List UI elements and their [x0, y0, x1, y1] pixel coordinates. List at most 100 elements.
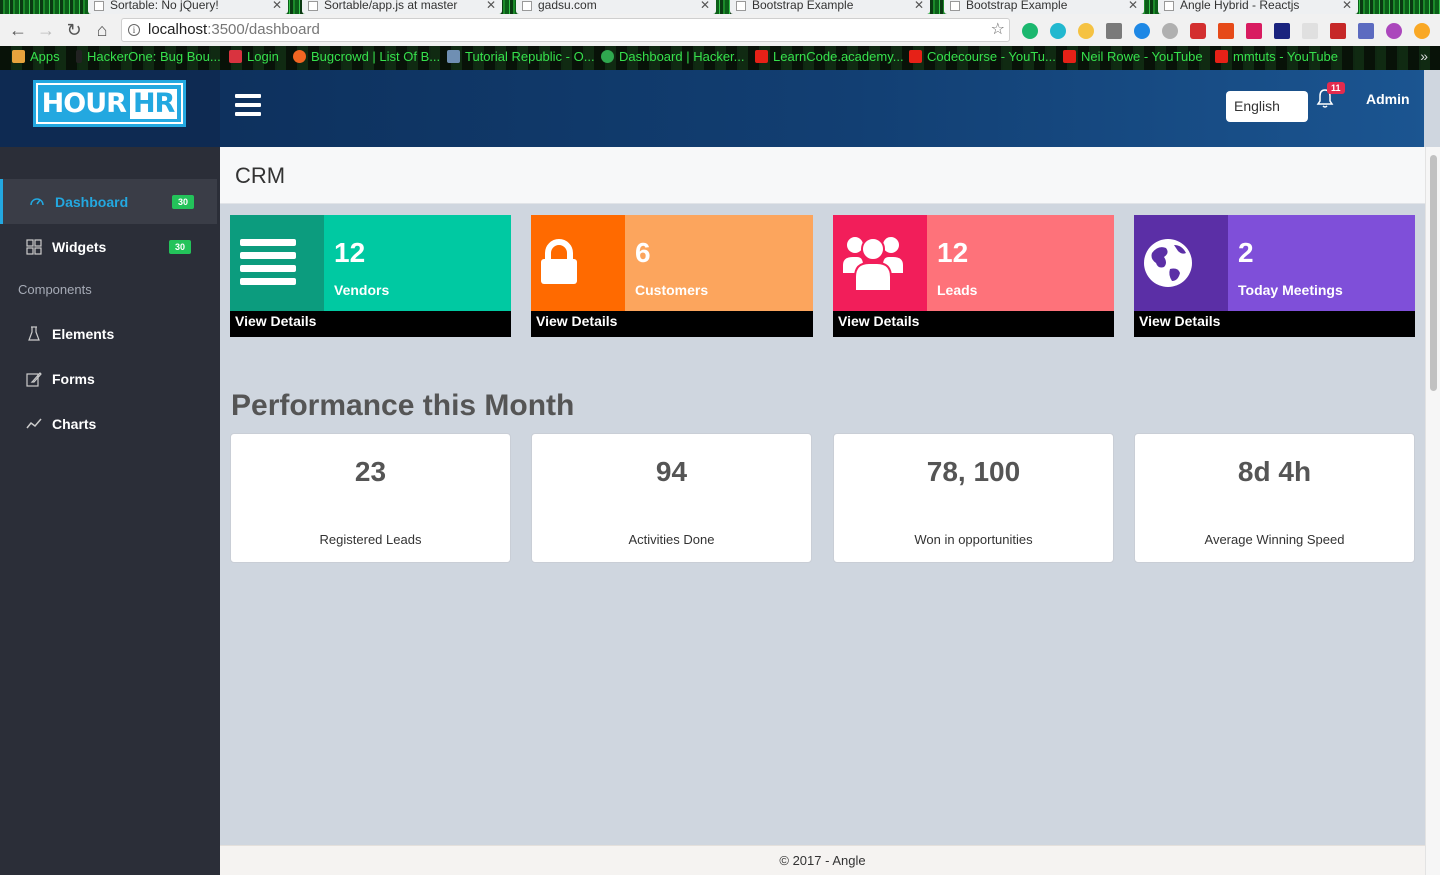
performance-value: 23 [354, 456, 387, 487]
bookmark-favicon-icon [229, 50, 242, 63]
stat-value: 2 [1238, 237, 1254, 268]
home-icon[interactable]: ⌂ [90, 18, 114, 42]
chrome-menu-icon[interactable] [1414, 23, 1430, 39]
notification-badge: 11 [1327, 82, 1345, 94]
chart-line-icon [26, 418, 42, 428]
view-details-link[interactable]: View Details [833, 311, 1114, 337]
performance-value: 94 [655, 456, 688, 487]
extension-icon[interactable] [1162, 23, 1178, 39]
extension-icon[interactable] [1386, 23, 1402, 39]
page-title: CRM [235, 163, 286, 188]
performance-value: 8d 4h [1237, 456, 1312, 487]
menu-toggle-icon[interactable] [235, 94, 261, 116]
bookmark-favicon-icon [601, 50, 614, 63]
performance-value: 78, 100 [926, 456, 1021, 487]
page-favicon-icon [522, 1, 532, 11]
main-content: CRM 12 Vendors View Details 6 Customers … [220, 147, 1425, 875]
sidebar-item-charts[interactable]: Charts [0, 401, 217, 446]
browser-toolbar: ← → ↻ ⌂ i localhost:3500/dashboard ☆ [0, 14, 1440, 46]
url-path: :3500/dashboard [207, 21, 320, 38]
bookmark-star-icon[interactable]: ☆ [991, 19, 1005, 41]
lock-icon [541, 239, 577, 284]
extension-icon[interactable] [1330, 23, 1346, 39]
bookmark-item[interactable]: mmtuts - YouTube [1215, 49, 1338, 64]
bookmark-item[interactable]: LearnCode.academy... [755, 49, 904, 64]
extension-icon[interactable] [1078, 23, 1094, 39]
stat-value: 6 [635, 237, 651, 268]
stat-label: Leads [937, 282, 978, 298]
language-select[interactable]: English [1226, 91, 1308, 122]
browser-tab[interactable]: Angle Hybrid - Reactjs ✕ [1158, 0, 1358, 14]
stat-label: Today Meetings [1238, 282, 1343, 298]
stat-card-customers: 6 Customers View Details [531, 215, 813, 337]
sidebar-item-elements[interactable]: Elements [0, 311, 217, 356]
beaker-icon [28, 325, 40, 341]
extension-icon[interactable] [1246, 23, 1262, 39]
extension-icon[interactable] [1190, 23, 1206, 39]
url-host: localhost [148, 21, 208, 38]
grammarly-extension-icon[interactable] [1022, 23, 1038, 39]
more-bookmarks-button[interactable]: » [1420, 48, 1428, 64]
github-icon [308, 1, 318, 11]
stat-card-meetings: 2 Today Meetings View Details [1134, 215, 1415, 337]
bookmark-item[interactable]: Tutorial Republic - O... [447, 49, 595, 64]
back-arrow-icon[interactable]: ← [6, 18, 30, 42]
youtube-icon [1063, 50, 1076, 63]
view-details-link[interactable]: View Details [1134, 311, 1415, 337]
stat-label: Vendors [334, 282, 390, 298]
performance-label: Won in opportunities [914, 532, 1033, 547]
sidebar-item-dashboard[interactable]: Dashboard 30 [0, 179, 217, 224]
browser-tab[interactable]: Bootstrap Example ✕ [944, 0, 1144, 14]
view-details-link[interactable]: View Details [230, 311, 511, 337]
extension-icon[interactable] [1302, 23, 1318, 39]
extension-icon[interactable] [1218, 23, 1234, 39]
bookmark-item[interactable]: Neil Rowe - YouTube [1063, 49, 1203, 64]
extension-icon[interactable] [1274, 23, 1290, 39]
browser-tab[interactable]: Sortable/app.js at master ✕ [302, 0, 502, 14]
close-tab-icon[interactable]: ✕ [486, 0, 496, 12]
bookmark-favicon-icon [447, 50, 460, 63]
close-tab-icon[interactable]: ✕ [1342, 0, 1352, 12]
sidebar-item-forms[interactable]: Forms [0, 356, 217, 401]
page-scrollbar[interactable] [1425, 147, 1440, 875]
browser-tab[interactable]: gadsu.com ✕ [516, 0, 716, 14]
stat-value: 12 [334, 237, 366, 268]
user-menu[interactable]: Admin [1366, 91, 1410, 107]
bookmark-item[interactable]: Codecourse - YouTu... [909, 49, 1056, 64]
sidebar-item-widgets[interactable]: Widgets 30 [0, 224, 217, 269]
bookmark-item[interactable]: Bugcrowd | List Of B... [293, 49, 440, 64]
bookmarks-bar: Apps HackerOne: Bug Bou... Login Bugcrow… [0, 46, 1440, 70]
reload-icon[interactable]: ↻ [62, 18, 86, 42]
close-tab-icon[interactable]: ✕ [272, 0, 282, 12]
performance-card: 94 Activities Done [531, 433, 812, 563]
extension-icon[interactable] [1134, 23, 1150, 39]
apps-grid-icon [12, 50, 25, 63]
bookmark-item[interactable]: Login [229, 49, 279, 64]
performance-label: Average Winning Speed [1204, 532, 1345, 547]
youtube-icon [1215, 50, 1228, 63]
close-tab-icon[interactable]: ✕ [700, 0, 710, 12]
edit-icon [26, 371, 42, 387]
site-info-icon[interactable]: i [128, 24, 140, 36]
extension-icon[interactable] [1050, 23, 1066, 39]
view-details-link[interactable]: View Details [531, 311, 813, 337]
bookmark-favicon-icon [293, 50, 306, 63]
scrollbar-thumb[interactable] [1430, 155, 1437, 391]
bookmark-favicon-icon [76, 50, 82, 63]
bookmark-item[interactable]: HackerOne: Bug Bou... [76, 49, 221, 64]
url-bar[interactable]: i localhost:3500/dashboard ☆ [121, 18, 1010, 42]
section-title: Performance this Month [231, 389, 575, 422]
close-tab-icon[interactable]: ✕ [1128, 0, 1138, 12]
page-favicon-icon [94, 1, 104, 11]
logo[interactable]: HOUR HR [33, 80, 186, 127]
forward-arrow-icon[interactable]: → [34, 18, 58, 42]
browser-tab[interactable]: Bootstrap Example ✕ [730, 0, 930, 14]
browser-tab[interactable]: Sortable: No jQuery! ✕ [88, 0, 288, 14]
close-tab-icon[interactable]: ✕ [914, 0, 924, 12]
drive-extension-icon[interactable] [1106, 23, 1122, 39]
extension-icon[interactable] [1358, 23, 1374, 39]
grid-icon [26, 238, 42, 255]
bookmark-item[interactable]: Dashboard | Hacker... [601, 49, 745, 64]
bookmark-item[interactable]: Apps [12, 49, 60, 64]
stat-label: Customers [635, 282, 709, 298]
